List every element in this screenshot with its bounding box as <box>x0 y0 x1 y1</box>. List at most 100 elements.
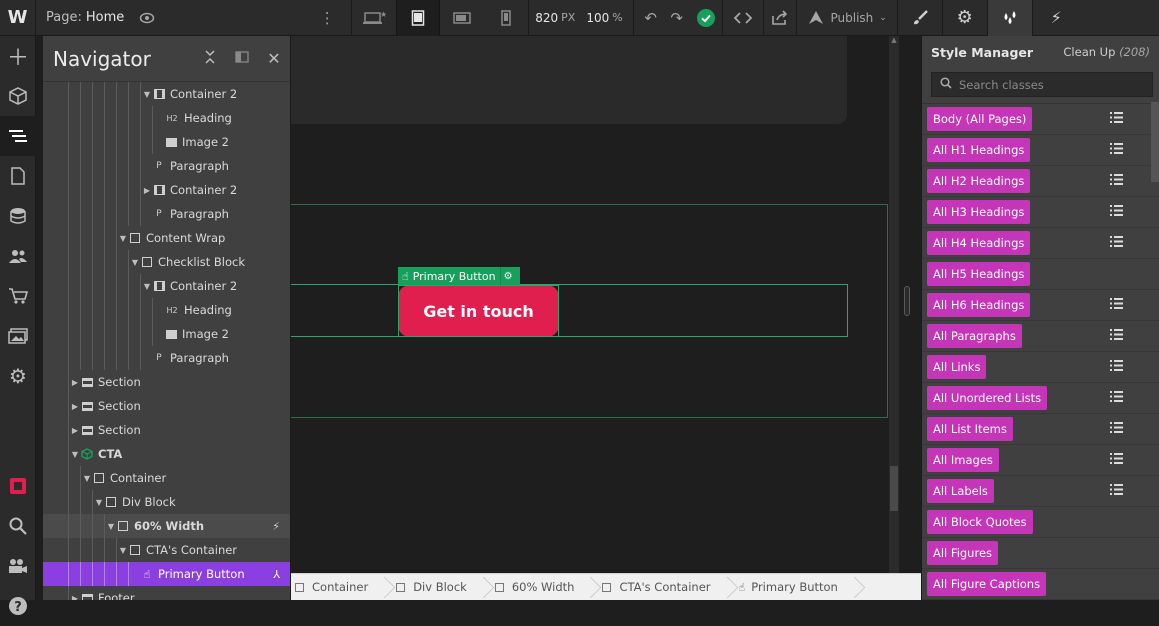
class-tag[interactable]: All H1 Headings <box>927 138 1031 162</box>
caret-down-icon[interactable]: ▼ <box>69 450 81 459</box>
list-menu-icon[interactable] <box>1110 328 1123 344</box>
navigator-row[interactable]: ▼ Container 2 <box>43 274 290 298</box>
navigator-row[interactable]: H2 Heading <box>43 106 290 130</box>
canvas-scrollbar[interactable]: ▲ <box>889 36 899 573</box>
caret-right-icon[interactable]: ▶ <box>69 402 81 411</box>
ecommerce-icon[interactable] <box>0 276 36 316</box>
list-menu-icon[interactable] <box>1110 204 1123 220</box>
caret-down-icon[interactable]: ▼ <box>141 90 153 99</box>
class-tag[interactable]: All Labels <box>927 479 994 503</box>
class-list-scrollbar[interactable] <box>1151 102 1159 182</box>
list-menu-icon[interactable] <box>1110 390 1123 406</box>
cms-icon[interactable] <box>0 196 36 236</box>
code-icon[interactable] <box>723 0 763 36</box>
list-menu-icon[interactable] <box>1110 111 1123 127</box>
class-tag[interactable]: All Unordered Lists <box>927 386 1048 410</box>
navigator-row[interactable]: ▶ Section <box>43 370 290 394</box>
navigator-row[interactable]: ▼ Container <box>43 466 290 490</box>
publish-button[interactable]: Publish ⌄ <box>797 0 897 36</box>
list-menu-icon[interactable] <box>1110 483 1123 499</box>
class-tag[interactable]: All List Items <box>927 417 1013 441</box>
navigator-row[interactable]: ▶ Section <box>43 394 290 418</box>
class-tag[interactable]: All H2 Headings <box>927 169 1031 193</box>
caret-right-icon[interactable]: ▶ <box>141 186 153 195</box>
design-canvas[interactable]: Get in touch ☝ Primary Button ⚙ <box>291 36 889 573</box>
class-tag[interactable]: All H3 Headings <box>927 200 1031 224</box>
canvas-resize-handle[interactable] <box>904 286 910 316</box>
breadcrumb-item[interactable]: Div Block <box>390 574 489 601</box>
style-panel-tab[interactable] <box>896 0 942 36</box>
class-tag[interactable]: All Block Quotes <box>927 510 1033 534</box>
close-icon[interactable]: ✕ <box>258 49 290 68</box>
caret-down-icon[interactable]: ▼ <box>117 546 129 555</box>
page-selector[interactable]: Page: Home <box>36 0 134 36</box>
list-menu-icon[interactable] <box>1110 235 1123 251</box>
caret-right-icon[interactable]: ▶ <box>69 426 81 435</box>
navigator-row[interactable]: ▼ CTA's Container <box>43 538 290 562</box>
navigator-row[interactable]: ▶ Container 2 <box>43 178 290 202</box>
class-tag[interactable]: Body (All Pages) <box>927 107 1033 131</box>
add-icon[interactable]: ＋ <box>0 36 36 76</box>
list-menu-icon[interactable] <box>1110 421 1123 437</box>
navigator-row[interactable]: ▼ Content Wrap <box>43 226 290 250</box>
navigator-row[interactable]: P Paragraph <box>43 202 290 226</box>
navigator-row[interactable]: ▼ Container 2 <box>43 82 290 106</box>
navigator-row[interactable]: ☝ Primary Button ⅄ <box>43 562 290 586</box>
record-icon[interactable] <box>0 466 36 506</box>
caret-down-icon[interactable]: ▼ <box>117 234 129 243</box>
class-tag[interactable]: All Links <box>927 355 987 379</box>
scroll-up-icon[interactable]: ▲ <box>891 36 897 44</box>
search-classes-input[interactable]: Search classes <box>931 72 1153 97</box>
breadcrumb-item[interactable]: 60% Width <box>489 574 597 601</box>
navigator-row[interactable]: ▼ Div Block <box>43 490 290 514</box>
webflow-logo[interactable]: W <box>0 0 36 36</box>
list-menu-icon[interactable] <box>1110 359 1123 375</box>
element-settings-icon[interactable]: ⚙ <box>499 267 516 285</box>
assets-icon[interactable] <box>0 316 36 356</box>
class-tag[interactable]: All H6 Headings <box>927 293 1031 317</box>
export-icon[interactable] <box>764 0 796 36</box>
users-icon[interactable] <box>0 236 36 276</box>
navigator-row[interactable]: ▶ Footer <box>43 586 290 600</box>
navigator-row[interactable]: ▶ Section <box>43 418 290 442</box>
caret-down-icon[interactable]: ▼ <box>141 282 153 291</box>
scrollbar-thumb[interactable] <box>890 466 898 511</box>
class-tag[interactable]: All H5 Headings <box>927 262 1031 286</box>
pages-icon[interactable] <box>0 156 36 196</box>
breadcrumb-item[interactable]: Container <box>291 574 390 601</box>
class-tag[interactable]: All Figure Captions <box>927 572 1047 596</box>
canvas-size-readout[interactable]: 820 PX 100 % <box>529 11 628 25</box>
check-circle-icon[interactable] <box>690 0 722 36</box>
class-tag[interactable]: All Figures <box>927 541 999 565</box>
desktop-star-icon[interactable]: ★ <box>352 0 396 36</box>
navigator-icon[interactable] <box>0 116 36 156</box>
settings-panel-tab[interactable]: ⚙ <box>941 0 987 36</box>
list-menu-icon[interactable] <box>1110 173 1123 189</box>
interaction-icon[interactable]: ⅄ <box>273 568 280 581</box>
navigator-row[interactable]: ▼ Checklist Block <box>43 250 290 274</box>
caret-down-icon[interactable]: ▼ <box>81 474 93 483</box>
breadcrumb-item[interactable]: ☝ Primary Button <box>733 574 860 601</box>
navigator-row[interactable]: Image 2 <box>43 130 290 154</box>
class-tag[interactable]: All H4 Headings <box>927 231 1031 255</box>
dock-panel-icon[interactable] <box>226 50 258 67</box>
navigator-row[interactable]: Image 2 <box>43 322 290 346</box>
search-icon[interactable] <box>0 506 36 546</box>
help-icon[interactable]: ? <box>0 586 36 626</box>
more-vertical-icon[interactable]: ⋮ <box>317 0 337 36</box>
caret-down-icon[interactable]: ▼ <box>105 522 117 531</box>
interactions-tab[interactable]: ⚡ <box>1031 0 1080 36</box>
box-icon[interactable] <box>0 76 36 116</box>
settings-icon[interactable]: ⚙ <box>0 356 36 396</box>
navigator-row[interactable]: H2 Heading <box>43 298 290 322</box>
clean-up-button[interactable]: Clean Up (208) <box>1063 45 1150 59</box>
navigator-row[interactable]: ▼ 60% Width ⚡ <box>43 514 290 538</box>
collapse-all-icon[interactable] <box>194 49 226 68</box>
tablet-landscape-icon[interactable] <box>440 0 484 36</box>
caret-down-icon[interactable]: ▼ <box>129 258 141 267</box>
navigator-row[interactable]: ▼ CTA <box>43 442 290 466</box>
video-icon[interactable] <box>0 546 36 586</box>
breadcrumb-item[interactable]: CTA's Container <box>596 574 732 601</box>
class-tag[interactable]: All Paragraphs <box>927 324 1022 348</box>
navigator-row[interactable]: P Paragraph <box>43 154 290 178</box>
